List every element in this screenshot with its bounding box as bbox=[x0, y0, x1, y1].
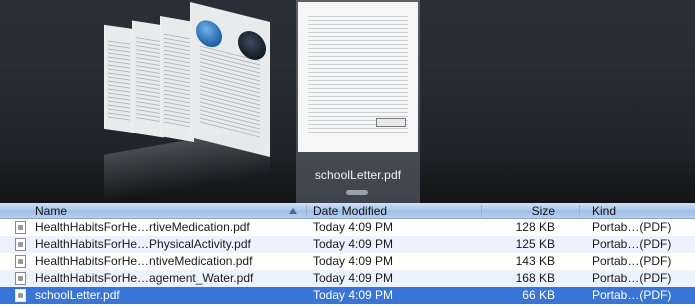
file-row[interactable]: HealthHabitsForHe…PhysicalActivity.pdf T… bbox=[0, 236, 695, 253]
file-size: 66 KB bbox=[522, 288, 555, 302]
finder-window: schoolLetter.pdf Name Date Modified Size… bbox=[0, 0, 695, 306]
file-row[interactable]: HealthHabitsForHe…agement_Water.pdf Toda… bbox=[0, 270, 695, 287]
cover-flow-item[interactable] bbox=[160, 16, 194, 142]
document-logo-icon bbox=[376, 118, 406, 127]
file-date-modified: Today 4:09 PM bbox=[313, 220, 394, 234]
file-kind: Portab…(PDF) bbox=[592, 237, 672, 251]
cover-flow-view[interactable]: schoolLetter.pdf bbox=[0, 0, 695, 203]
pdf-file-icon bbox=[15, 272, 26, 285]
file-kind: Portab…(PDF) bbox=[592, 254, 672, 268]
file-name: HealthHabitsForHe…rtiveMedication.pdf bbox=[35, 220, 250, 234]
column-header-size[interactable]: Size bbox=[532, 204, 555, 218]
cover-flow-item[interactable] bbox=[104, 24, 134, 134]
column-header-name[interactable]: Name bbox=[35, 204, 67, 218]
cover-flow-selected-item[interactable] bbox=[298, 2, 418, 152]
list-header: Name Date Modified Size Kind bbox=[0, 203, 695, 219]
file-name: HealthHabitsForHe…PhysicalActivity.pdf bbox=[35, 237, 251, 251]
cover-flow-caption: schoolLetter.pdf bbox=[314, 168, 402, 182]
file-row[interactable]: HealthHabitsForHe…ntiveMedication.pdf To… bbox=[0, 253, 695, 270]
file-row-selected[interactable]: schoolLetter.pdf Today 4:09 PM 66 KB Por… bbox=[0, 287, 695, 304]
column-header-date-modified[interactable]: Date Modified bbox=[313, 204, 387, 218]
file-name: HealthHabitsForHe…ntiveMedication.pdf bbox=[35, 254, 253, 268]
sort-ascending-icon bbox=[289, 208, 297, 214]
file-list: Name Date Modified Size Kind HealthHabit… bbox=[0, 203, 695, 306]
file-date-modified: Today 4:09 PM bbox=[313, 271, 394, 285]
file-kind: Portab…(PDF) bbox=[592, 288, 672, 302]
file-date-modified: Today 4:09 PM bbox=[313, 237, 394, 251]
column-header-kind[interactable]: Kind bbox=[592, 204, 616, 218]
file-date-modified: Today 4:09 PM bbox=[313, 254, 394, 268]
column-divider[interactable] bbox=[579, 205, 580, 217]
pdf-file-icon bbox=[15, 221, 26, 234]
pdf-file-icon bbox=[15, 255, 26, 268]
file-size: 125 KB bbox=[515, 237, 555, 251]
column-divider[interactable] bbox=[481, 205, 482, 217]
pdf-file-icon bbox=[15, 238, 26, 251]
file-kind: Portab…(PDF) bbox=[592, 220, 672, 234]
column-divider[interactable] bbox=[306, 205, 307, 217]
file-kind: Portab…(PDF) bbox=[592, 271, 672, 285]
file-size: 143 KB bbox=[515, 254, 555, 268]
file-size: 128 KB bbox=[515, 220, 555, 234]
cover-flow-scroll-thumb[interactable] bbox=[346, 190, 368, 195]
file-row[interactable]: HealthHabitsForHe…rtiveMedication.pdf To… bbox=[0, 219, 695, 236]
file-name: schoolLetter.pdf bbox=[35, 288, 120, 302]
file-size: 168 KB bbox=[515, 271, 555, 285]
pdf-file-icon bbox=[15, 289, 26, 302]
file-date-modified: Today 4:09 PM bbox=[313, 288, 394, 302]
file-name: HealthHabitsForHe…agement_Water.pdf bbox=[35, 271, 254, 285]
